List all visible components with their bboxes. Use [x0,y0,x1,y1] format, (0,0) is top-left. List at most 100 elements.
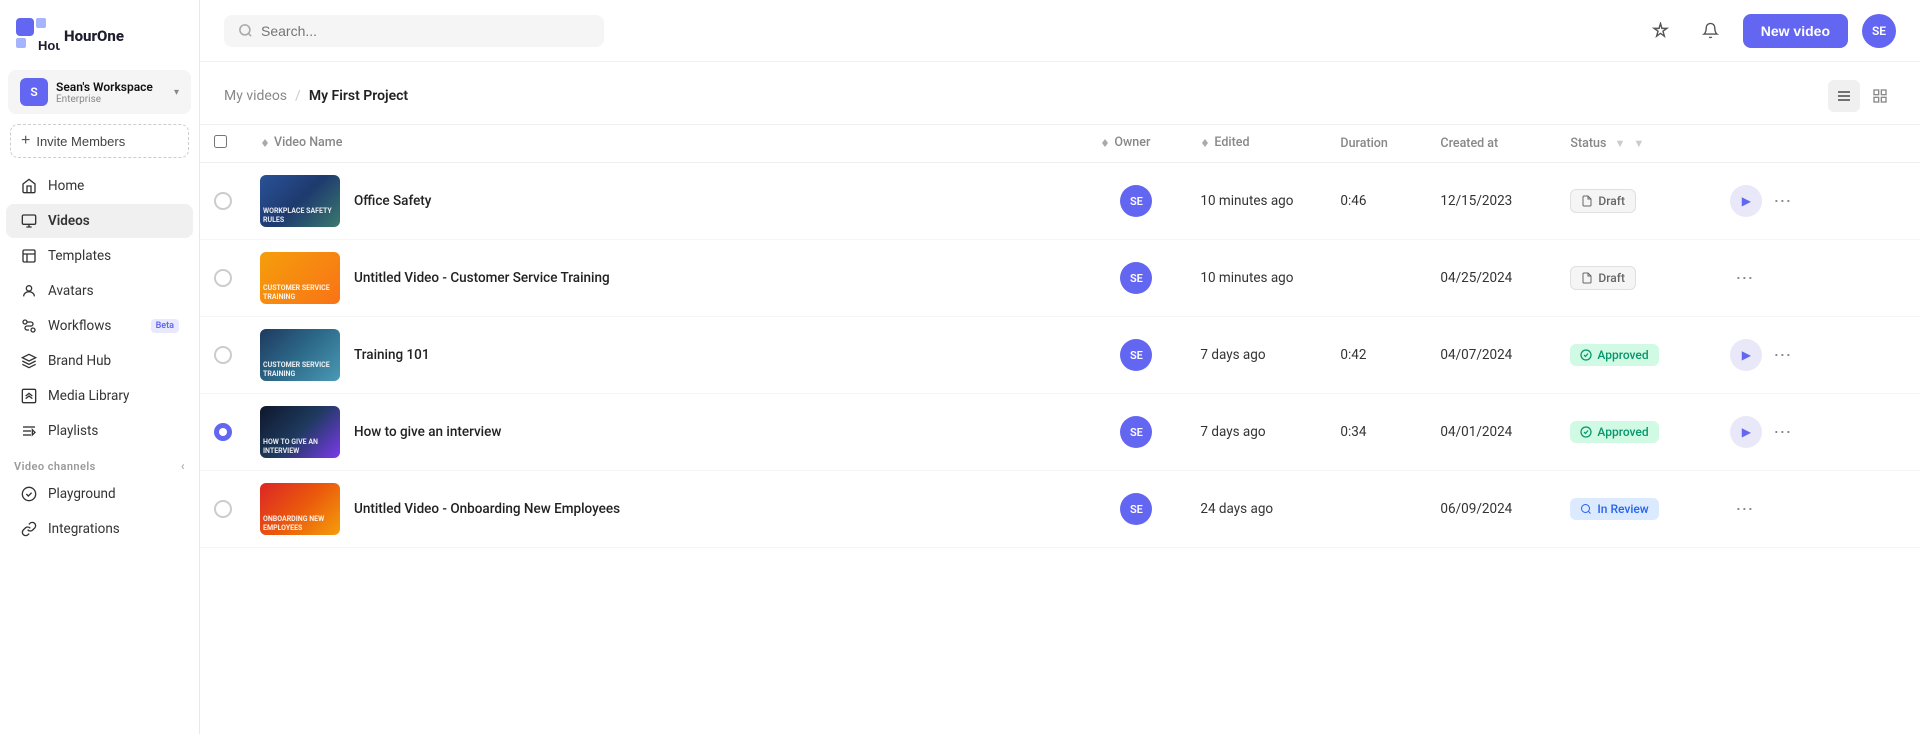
sort-icon [1100,138,1110,148]
workspace-info: Sean's Workspace Enterprise [56,80,170,105]
list-view-button[interactable] [1828,80,1860,112]
more-options-button[interactable]: ⋯ [1730,495,1758,523]
status-badge: Draft [1570,266,1636,290]
chevron-down-icon: ▾ [174,87,179,98]
sidebar-item-home[interactable]: Home [6,169,193,203]
row-name-cell: Customer Service Training Untitled Video… [246,240,1086,317]
row-checkbox[interactable] [214,346,232,364]
notifications-button[interactable] [1693,13,1729,49]
select-all-checkbox[interactable] [214,135,227,148]
row-checkbox-cell [200,163,246,240]
play-button[interactable]: ▶ [1730,339,1762,371]
more-options-button[interactable]: ⋯ [1768,418,1796,446]
th-checkbox [200,125,246,163]
play-button[interactable]: ▶ [1730,185,1762,217]
video-thumbnail: Onboarding New Employees [260,483,340,535]
sidebar-item-label: Avatars [48,283,179,299]
sidebar-item-workflows[interactable]: Workflows Beta [6,309,193,343]
row-checkbox[interactable] [214,269,232,287]
th-status: Status ▼ ▼ [1556,125,1716,163]
row-owner-cell: SE [1086,394,1186,471]
row-checkbox-cell [200,317,246,394]
video-thumbnail: Customer Service Training [260,329,340,381]
row-checkbox-cell [200,240,246,317]
row-name-cell: Workplace Safety Rules Office Safety [246,163,1086,240]
row-edited-cell: 10 minutes ago [1186,163,1326,240]
th-created: Created at [1426,125,1556,163]
sidebar-item-playground[interactable]: Playground [6,477,193,511]
collapse-icon[interactable]: ‹ [181,459,185,473]
home-icon [20,177,38,195]
invite-members-button[interactable]: + Invite Members [10,124,189,158]
row-duration-cell [1326,240,1426,317]
owner-avatar: SE [1120,416,1152,448]
breadcrumb-current: My First Project [309,88,408,104]
workspace-selector[interactable]: S Sean's Workspace Enterprise ▾ [8,70,191,114]
workspace-tier: Enterprise [56,94,170,105]
row-owner-cell: SE [1086,163,1186,240]
sort-edited[interactable]: Edited [1200,135,1249,150]
row-checkbox[interactable] [214,500,232,518]
row-name-cell: Onboarding New Employees Untitled Video … [246,471,1086,548]
filter-icon[interactable]: ▼ [1614,137,1625,150]
sort-owner[interactable]: Owner [1100,135,1150,150]
draft-icon [1581,195,1593,207]
sidebar-item-label: Media Library [48,388,179,404]
search-input[interactable] [261,23,590,39]
row-duration-cell: 0:42 [1326,317,1426,394]
row-owner-cell: SE [1086,317,1186,394]
content-area: My videos / My First Project [200,62,1920,734]
row-actions-cell: ⋯ [1716,471,1920,548]
breadcrumb: My videos / My First Project [200,62,1920,124]
sort-icon [260,138,270,148]
grid-view-button[interactable] [1864,80,1896,112]
th-actions [1716,125,1920,163]
sparkle-icon [1652,22,1669,39]
table-row: Customer Service Training Untitled Video… [200,240,1920,317]
more-options-button[interactable]: ⋯ [1730,264,1758,292]
sidebar-item-label: Templates [48,248,179,264]
row-duration-cell [1326,471,1426,548]
search-icon [238,23,253,38]
sort-name[interactable]: Video Name [260,135,342,150]
row-checkbox[interactable] [214,423,232,441]
sidebar-item-label: Integrations [48,521,179,537]
draft-icon [1581,272,1593,284]
th-duration: Duration [1326,125,1426,163]
row-actions-cell: ▶ ⋯ [1716,163,1920,240]
workflows-icon [20,317,38,335]
more-options-button[interactable]: ⋯ [1768,187,1796,215]
user-avatar[interactable]: SE [1862,14,1896,48]
row-created-cell: 06/09/2024 [1426,471,1556,548]
row-checkbox[interactable] [214,192,232,210]
sidebar-item-integrations[interactable]: Integrations [6,512,193,546]
sidebar-item-avatars[interactable]: Avatars [6,274,193,308]
row-checkbox-cell [200,471,246,548]
play-button[interactable]: ▶ [1730,416,1762,448]
breadcrumb-root[interactable]: My videos [224,88,287,104]
row-name-cell: Customer Service Training Training 101 [246,317,1086,394]
row-actions-cell: ▶ ⋯ [1716,394,1920,471]
row-owner-cell: SE [1086,240,1186,317]
sidebar-item-brand-hub[interactable]: Brand Hub [6,344,193,378]
sidebar-item-videos[interactable]: Videos [6,204,193,238]
logo: Hour HourOne [0,0,199,66]
sidebar-item-playlists[interactable]: Playlists [6,414,193,448]
hourone-logo-icon: Hour [16,18,60,54]
filter-icon-2[interactable]: ▼ [1633,137,1644,150]
main-panel: New video SE My videos / My First Projec… [200,0,1920,734]
row-duration-cell: 0:34 [1326,394,1426,471]
more-options-button[interactable]: ⋯ [1768,341,1796,369]
invite-members-label: Invite Members [36,134,125,149]
row-edited-cell: 7 days ago [1186,317,1326,394]
sidebar-item-media-library[interactable]: Media Library [6,379,193,413]
row-status-cell: Draft [1556,163,1716,240]
videos-icon [20,212,38,230]
new-video-button[interactable]: New video [1743,14,1848,48]
sparkle-button[interactable] [1643,13,1679,49]
row-actions-cell: ⋯ [1716,240,1920,317]
sidebar-item-templates[interactable]: Templates [6,239,193,273]
table-header: Video Name Owner Edited [200,125,1920,163]
row-actions-cell: ▶ ⋯ [1716,317,1920,394]
video-channels-label: Video channels [14,460,96,473]
